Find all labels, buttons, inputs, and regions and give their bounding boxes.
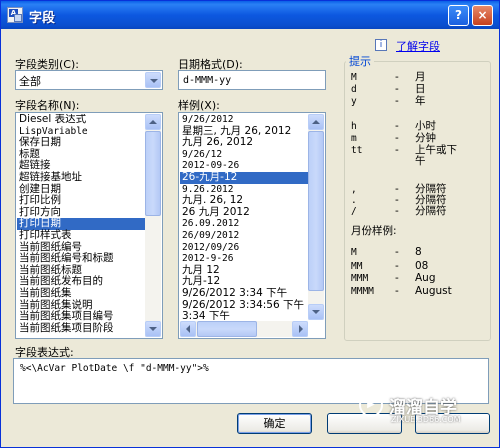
help-title-button[interactable]: ? <box>448 5 469 26</box>
examples-hscrollbar[interactable] <box>180 321 308 337</box>
title-bar[interactable]: A 字段 ? × <box>1 1 499 29</box>
list-item[interactable]: 3:34 下午 <box>180 310 308 320</box>
hint-text: 08 <box>415 260 429 272</box>
hint-row: MM - 08 <box>351 260 428 272</box>
ok-button[interactable]: 确定 <box>237 413 312 434</box>
scroll-down-icon[interactable] <box>145 321 161 337</box>
hint-row: M - 8 <box>351 246 422 258</box>
list-item[interactable]: 26.09.2012 <box>180 218 308 230</box>
list-item[interactable]: 26/09/2012 <box>180 230 308 242</box>
hint-row: y-年 <box>351 93 426 108</box>
hint-row: 午 <box>351 153 426 168</box>
list-item[interactable]: 打印比例 <box>17 195 145 207</box>
hint-row: MMM - Aug <box>351 272 436 284</box>
chevron-down-icon[interactable] <box>145 72 161 88</box>
hint-row: / - 分隔符 <box>351 203 447 218</box>
scroll-thumb[interactable] <box>308 131 324 291</box>
hint-text: 午 <box>415 155 426 167</box>
hint-dash: - <box>395 205 399 217</box>
list-item[interactable]: 26 九月 2012 <box>180 206 308 219</box>
hint-text: 8 <box>415 246 422 258</box>
scroll-right-icon[interactable] <box>292 321 308 337</box>
list-item[interactable]: 9/26/2012 3:34 下午 <box>180 287 308 300</box>
hint-dash: - <box>395 246 399 258</box>
list-item[interactable]: 2012-9-26 <box>180 253 308 265</box>
examples-label: 样例(X): <box>178 99 220 112</box>
list-item[interactable]: 超链接基地址 <box>17 171 145 184</box>
info-icon: i <box>375 39 387 51</box>
watermark: ▶ 溜溜自学 ZIXUE.3D66.COM <box>359 389 489 429</box>
list-item[interactable]: 2012/09/26 <box>180 242 308 254</box>
app-icon: A <box>7 7 23 23</box>
examples-list[interactable]: 9/26/2012 星期三, 九月 26, 2012 九月 26, 2012 9/26… <box>178 112 326 339</box>
field-names-list[interactable]: Diesel 表达式 LispVariable 保存日期 标题 超链接 超链接基地址 创建日… <box>15 112 163 339</box>
scroll-up-icon[interactable] <box>308 114 324 130</box>
list-item[interactable]: 当前图纸编号和标题 <box>17 253 145 265</box>
category-value: 全部 <box>19 75 41 88</box>
hint-text: 分隔符 <box>415 205 447 217</box>
scroll-down-icon[interactable] <box>308 304 324 320</box>
field-names-scrollbar[interactable] <box>145 114 161 337</box>
hint-code: M <box>351 247 357 258</box>
window-title: 字段 <box>29 11 56 26</box>
scroll-left-icon[interactable] <box>180 321 196 337</box>
month-examples-title: 月份样例: <box>351 225 397 237</box>
list-item[interactable]: 当前图纸集项目阶段 <box>17 322 145 335</box>
list-item[interactable]: 九月. 26, 12 <box>180 195 308 207</box>
scroll-thumb[interactable] <box>145 131 161 216</box>
hint-text: August <box>415 285 452 297</box>
watermark-subtext: ZIXUE.3D66.COM <box>391 415 461 424</box>
list-item[interactable]: 打印样式表 <box>17 229 145 242</box>
hint-dash: - <box>395 285 399 297</box>
hint-code: MMMM <box>351 286 374 297</box>
list-item[interactable]: Diesel 表达式 <box>17 114 145 126</box>
category-combo[interactable]: 全部 <box>15 70 163 90</box>
list-item[interactable]: 当前图纸集 <box>17 287 145 300</box>
examples-scrollbar[interactable] <box>308 114 324 320</box>
learn-fields-link[interactable]: 了解字段 <box>396 38 440 54</box>
hscroll-thumb[interactable] <box>197 321 257 337</box>
scroll-up-icon[interactable] <box>145 114 161 130</box>
hint-code: MMM <box>351 273 369 284</box>
list-item[interactable]: 26-九月-12 <box>180 171 308 184</box>
hint-code: MM <box>351 261 363 272</box>
list-item[interactable]: 9/26/12 <box>180 149 308 161</box>
play-logo-icon: ▶ <box>359 393 383 417</box>
hint-dash: - <box>395 260 399 272</box>
list-item[interactable]: 当前图纸集项目编号 <box>17 310 145 323</box>
examples-items: 9/26/2012 星期三, 九月 26, 2012 九月 26, 2012 9/26… <box>180 114 308 320</box>
close-button[interactable]: × <box>472 5 493 26</box>
field-dialog: A 字段 ? × 字段类别(C): 全部 日期格式(D): 字段名称(N): D… <box>0 0 500 448</box>
hint-row: MMMM - August <box>351 285 452 297</box>
field-names-label: 字段名称(N): <box>15 99 80 112</box>
date-format-input[interactable] <box>178 70 326 90</box>
hint-code: y <box>351 96 357 107</box>
hint-text: Aug <box>415 272 436 284</box>
list-item[interactable]: 九月 26, 2012 <box>180 137 308 149</box>
list-item[interactable]: 9/26/2012 <box>180 114 308 126</box>
field-names-items: Diesel 表达式 LispVariable 保存日期 标题 超链接 超链接基地址 创建日… <box>17 114 145 337</box>
hint-dash: - <box>395 95 399 107</box>
hint-code: / <box>351 206 357 217</box>
hint-text: 年 <box>415 95 426 107</box>
hints-title: 提示 <box>346 53 374 69</box>
hint-dash: - <box>395 272 399 284</box>
